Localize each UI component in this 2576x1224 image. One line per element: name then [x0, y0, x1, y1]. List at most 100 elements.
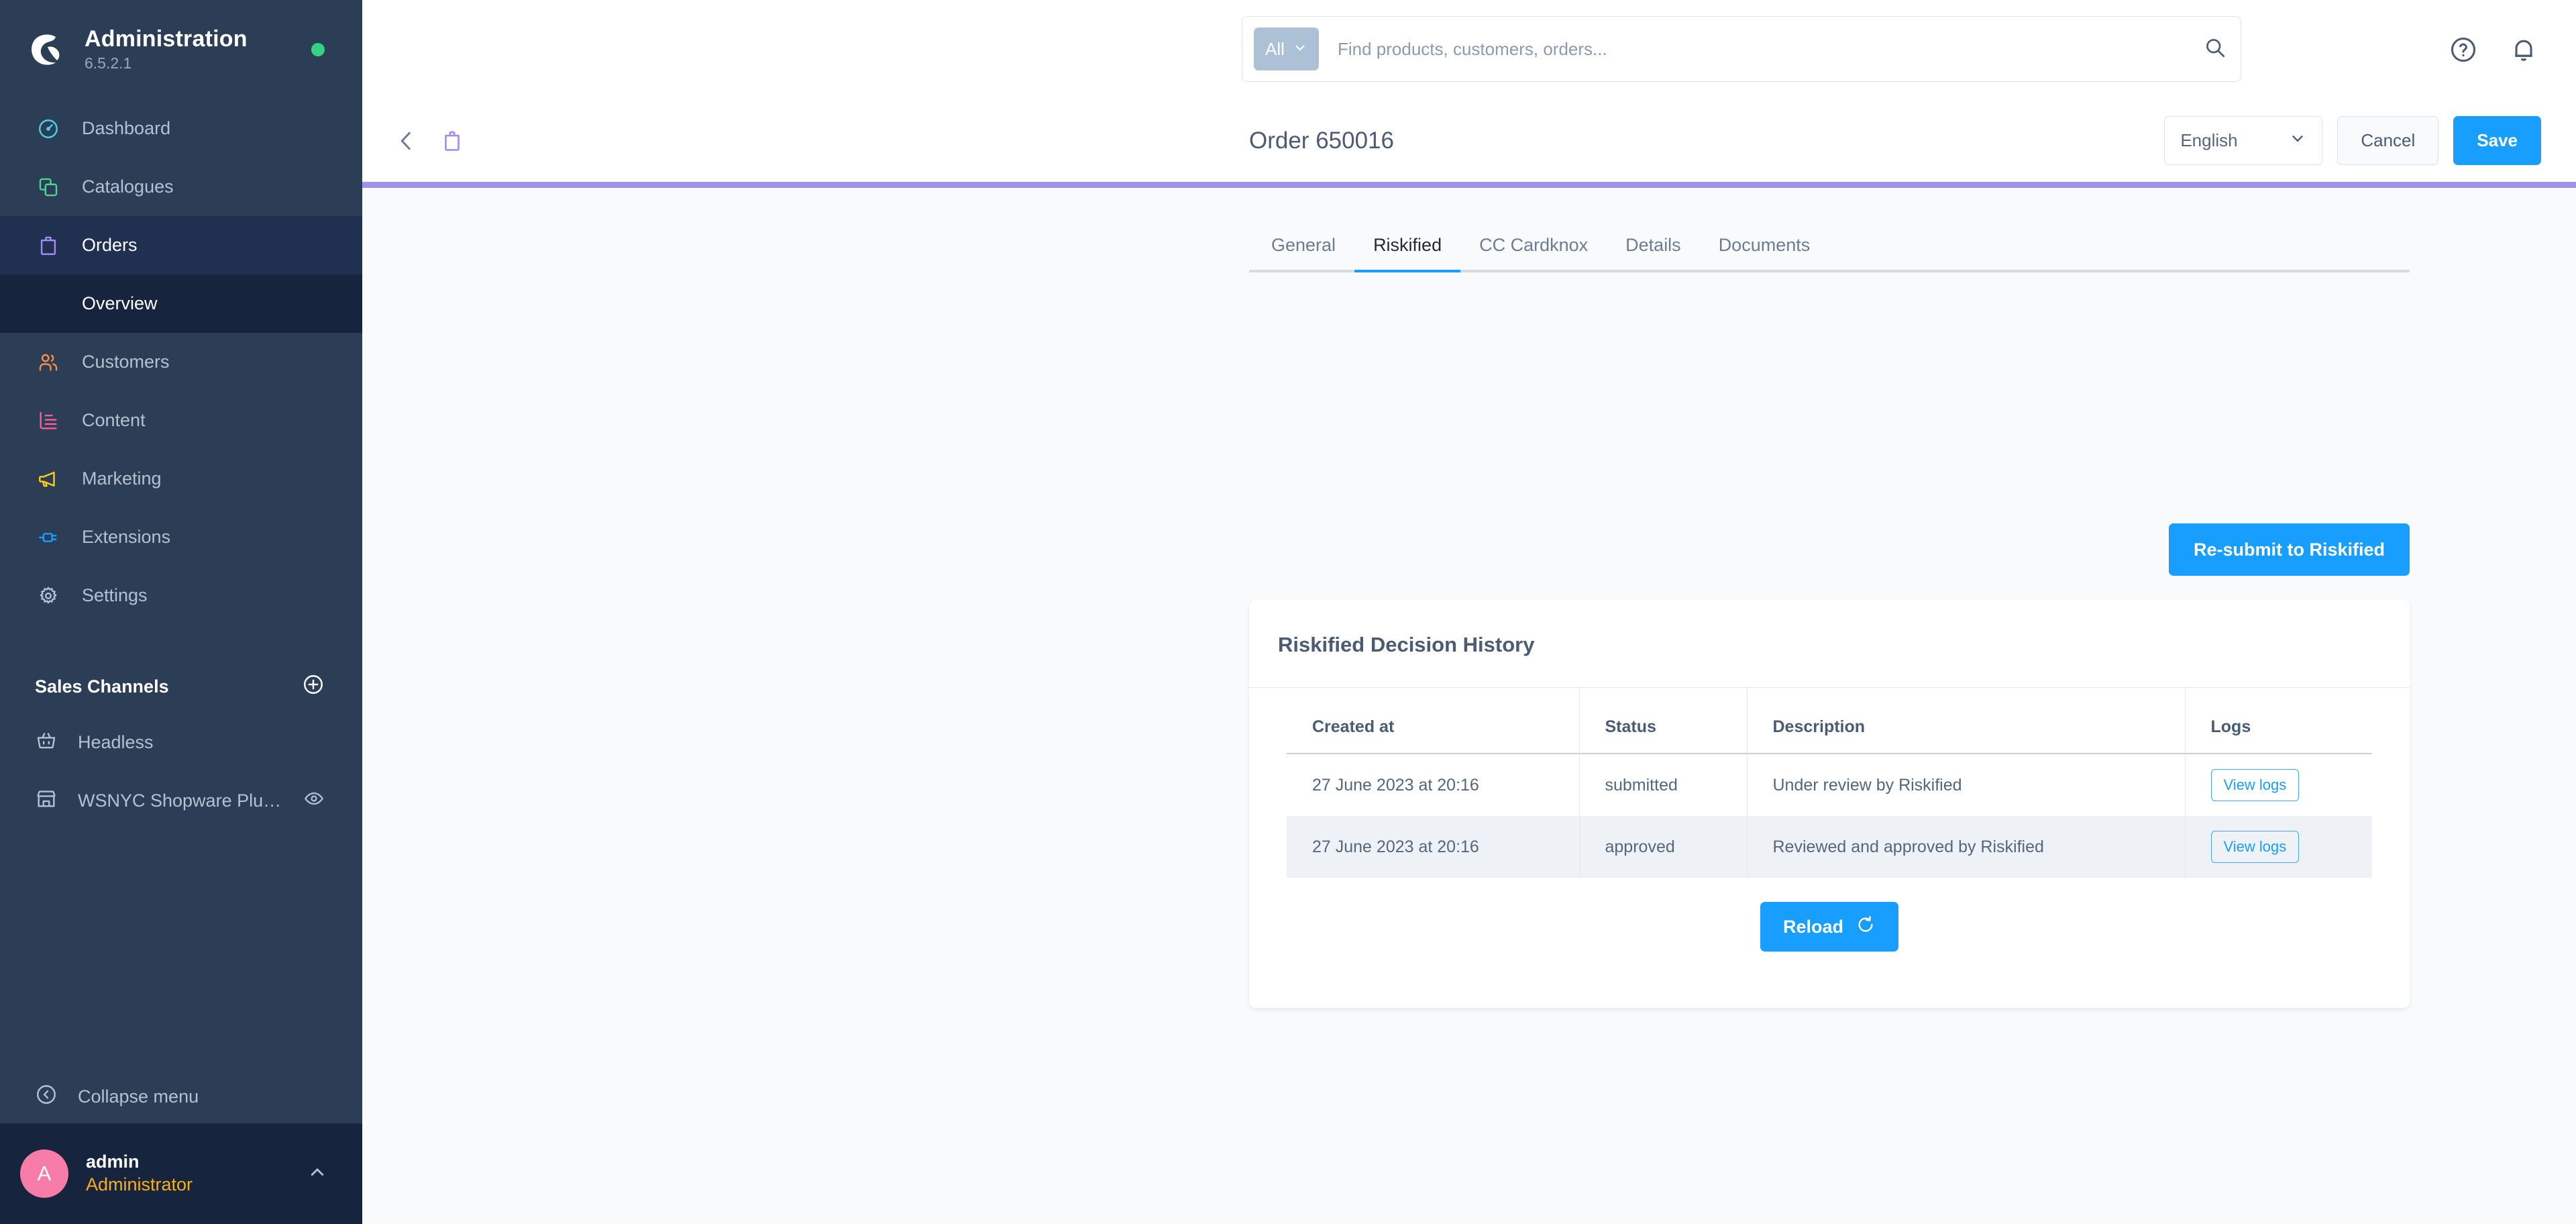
- loading-progress-bar: [362, 182, 2576, 188]
- users-icon: [35, 349, 62, 376]
- sidebar-nav: Dashboard Catalogues Orders Overview Cus…: [0, 99, 362, 625]
- sales-channel-wsnyc[interactable]: WSNYC Shopware Plugi...: [0, 772, 362, 830]
- sales-channel-label: WSNYC Shopware Plugi...: [78, 790, 283, 811]
- card-title: Riskified Decision History: [1278, 633, 1535, 656]
- bag-icon: [35, 232, 62, 259]
- chevron-down-icon: [1293, 39, 1307, 60]
- tab-riskified[interactable]: Riskified: [1354, 235, 1461, 272]
- sidebar-item-customers[interactable]: Customers: [0, 333, 362, 391]
- order-bag-icon: [436, 125, 468, 157]
- sidebar-item-label: Extensions: [82, 527, 171, 547]
- page-header-bar: Order 650016 English Cancel Save: [362, 99, 2576, 182]
- user-role: Administrator: [86, 1174, 193, 1194]
- basket-icon: [35, 729, 58, 756]
- sidebar-item-orders-overview[interactable]: Overview: [0, 274, 362, 333]
- chevron-down-icon: [2289, 130, 2306, 152]
- back-chevron-icon[interactable]: [390, 125, 423, 157]
- cell-status: submitted: [1579, 754, 1748, 816]
- sales-channel-headless[interactable]: Headless: [0, 713, 362, 772]
- sidebar-item-catalogues[interactable]: Catalogues: [0, 158, 362, 216]
- brand-version: 6.5.2.1: [85, 54, 132, 72]
- tab-details[interactable]: Details: [1607, 235, 1700, 272]
- view-logs-button[interactable]: View logs: [2210, 769, 2300, 801]
- gauge-icon: [35, 115, 62, 142]
- cell-logs: View logs: [2185, 816, 2372, 878]
- sidebar-subitem-label: Overview: [82, 293, 158, 313]
- shopware-logo-icon: [25, 29, 67, 70]
- sidebar-item-label: Catalogues: [82, 176, 174, 197]
- notification-bell-icon[interactable]: [2506, 32, 2541, 67]
- decision-history-table: Created at Status Description Logs 27 Ju…: [1287, 688, 2372, 878]
- collapse-menu-label: Collapse menu: [78, 1086, 199, 1107]
- sidebar-item-dashboard[interactable]: Dashboard: [0, 99, 362, 158]
- tab-cc-cardknox[interactable]: CC Cardknox: [1460, 235, 1607, 272]
- user-menu[interactable]: A admin Administrator: [0, 1123, 362, 1224]
- gear-icon: [35, 582, 62, 609]
- cell-created-at: 27 June 2023 at 20:16: [1287, 816, 1580, 878]
- column-header-logs: Logs: [2185, 688, 2372, 754]
- sidebar-item-settings[interactable]: Settings: [0, 566, 362, 625]
- sidebar-item-orders[interactable]: Orders: [0, 216, 362, 274]
- sidebar-item-content[interactable]: Content: [0, 391, 362, 450]
- column-header-created-at: Created at: [1287, 688, 1580, 754]
- reload-row: Reload: [1249, 902, 2410, 952]
- cell-status: approved: [1579, 816, 1748, 878]
- language-select-value: English: [2180, 130, 2238, 150]
- page-title: Order 650016: [1249, 127, 1394, 154]
- search-scope-dropdown[interactable]: All: [1254, 28, 1319, 70]
- status-dot: [311, 43, 325, 56]
- global-search[interactable]: All: [1242, 16, 2241, 82]
- reload-button[interactable]: Reload: [1760, 902, 1899, 952]
- user-name: admin: [86, 1152, 140, 1172]
- avatar: A: [20, 1150, 68, 1198]
- top-bar: All: [362, 0, 2576, 99]
- sales-channel-label: Headless: [78, 732, 154, 752]
- preview-eye-icon[interactable]: [303, 788, 325, 814]
- cell-created-at: 27 June 2023 at 20:16: [1287, 754, 1580, 816]
- copy-icon: [35, 174, 62, 201]
- chevron-left-circle-icon: [35, 1083, 58, 1111]
- language-select[interactable]: English: [2164, 116, 2323, 165]
- cell-description: Reviewed and approved by Riskified: [1747, 816, 2186, 878]
- sidebar-item-label: Marketing: [82, 468, 162, 489]
- cancel-button[interactable]: Cancel: [2337, 116, 2439, 165]
- tab-general[interactable]: General: [1249, 235, 1354, 272]
- sidebar-item-marketing[interactable]: Marketing: [0, 450, 362, 508]
- tab-documents[interactable]: Documents: [1700, 235, 1829, 272]
- sidebar-item-extensions[interactable]: Extensions: [0, 508, 362, 566]
- resubmit-to-riskified-button[interactable]: Re-submit to Riskified: [2168, 523, 2410, 576]
- sales-channels-label: Sales Channels: [35, 676, 169, 697]
- table-header-row: Created at Status Description Logs: [1287, 688, 2372, 754]
- reload-button-label: Reload: [1782, 916, 1844, 937]
- cell-logs: View logs: [2185, 754, 2372, 816]
- plug-icon: [35, 524, 62, 551]
- help-icon[interactable]: [2446, 32, 2481, 67]
- megaphone-icon: [35, 466, 62, 493]
- resubmit-row: Re-submit to Riskified: [1249, 523, 2410, 576]
- sidebar-item-label: Dashboard: [82, 118, 171, 138]
- sidebar-item-label: Settings: [82, 585, 148, 605]
- view-logs-button[interactable]: View logs: [2210, 831, 2300, 863]
- column-header-description: Description: [1747, 688, 2186, 754]
- search-input[interactable]: [1319, 38, 2203, 60]
- collapse-menu-button[interactable]: Collapse menu: [0, 1070, 362, 1123]
- chevron-up-icon[interactable]: [306, 1161, 329, 1187]
- brand-header: Administration 6.5.2.1: [0, 0, 362, 99]
- refresh-icon: [1856, 915, 1876, 939]
- sidebar-item-label: Content: [82, 410, 146, 430]
- add-sales-channel-icon[interactable]: [302, 673, 325, 701]
- column-header-status: Status: [1579, 688, 1748, 754]
- cell-description: Under review by Riskified: [1747, 754, 2186, 816]
- search-icon[interactable]: [2203, 36, 2227, 63]
- table-row: 27 June 2023 at 20:16 approved Reviewed …: [1287, 816, 2372, 878]
- brand-title: Administration: [85, 26, 248, 52]
- save-button[interactable]: Save: [2453, 116, 2541, 165]
- main-area: All Find products, customers, orders... …: [362, 0, 2576, 1224]
- riskified-decision-history-card: Riskified Decision History Created at St…: [1249, 600, 2410, 1008]
- header-actions: English Cancel Save: [2164, 116, 2541, 165]
- content-area: General Riskified CC Cardknox Details Do…: [362, 188, 2576, 1224]
- order-tabs: General Riskified CC Cardknox Details Do…: [1249, 235, 2410, 272]
- search-scope-label: All: [1265, 38, 1285, 59]
- sidebar: Administration 6.5.2.1 Dashboard Catalog…: [0, 0, 362, 1224]
- content-icon: [35, 407, 62, 434]
